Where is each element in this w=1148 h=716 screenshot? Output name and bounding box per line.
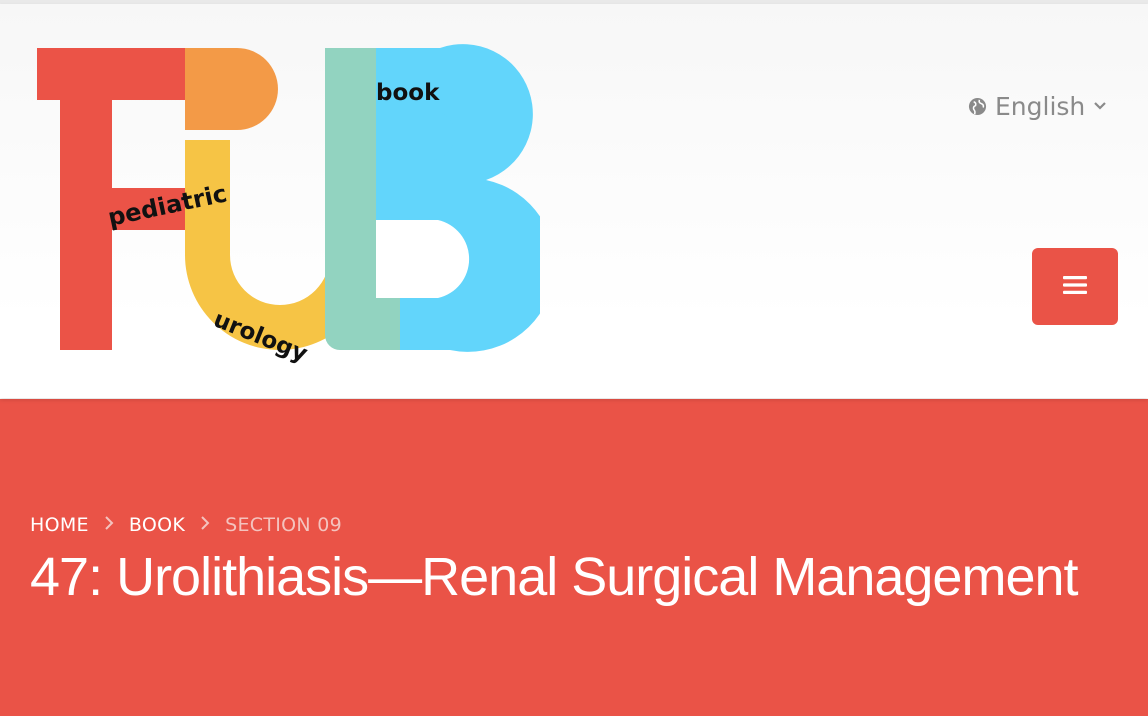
menu-toggle-button[interactable] [1032,248,1118,325]
breadcrumb: HOME BOOK SECTION 09 [30,514,342,536]
hamburger-icon [1062,274,1088,300]
chevron-down-icon [1093,101,1107,111]
pub-logo-graphic: book pediatric urology [37,44,555,368]
language-label: English [995,91,1086,121]
language-selector[interactable]: English [968,90,1107,122]
svg-text:book: book [376,80,440,106]
chevron-right-icon [199,514,211,536]
globe-icon [968,97,987,116]
page-title: 47: Urolithiasis—Renal Surgical Manageme… [30,547,1079,607]
site-logo[interactable]: book pediatric urology [30,40,555,370]
page-hero: HOME BOOK SECTION 09 47: Urolithiasis—Re… [0,399,1148,716]
breadcrumb-home[interactable]: HOME [30,514,89,536]
chevron-right-icon [103,514,115,536]
breadcrumb-book[interactable]: BOOK [129,514,185,536]
site-header: book pediatric urology English [0,4,1148,398]
breadcrumb-current: SECTION 09 [225,514,343,536]
